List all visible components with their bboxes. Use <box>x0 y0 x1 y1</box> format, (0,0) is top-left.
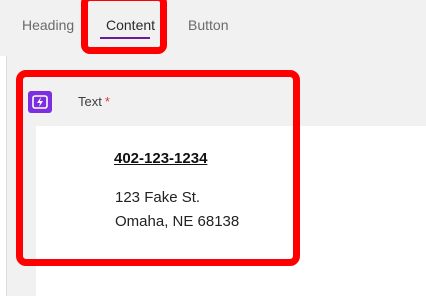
tab-heading[interactable]: Heading <box>22 17 74 33</box>
tab-button[interactable]: Button <box>188 17 228 33</box>
tab-highlight-annotation <box>81 0 167 54</box>
content-highlight-annotation <box>16 70 300 266</box>
tab-bar: Heading Content Button <box>0 0 426 56</box>
